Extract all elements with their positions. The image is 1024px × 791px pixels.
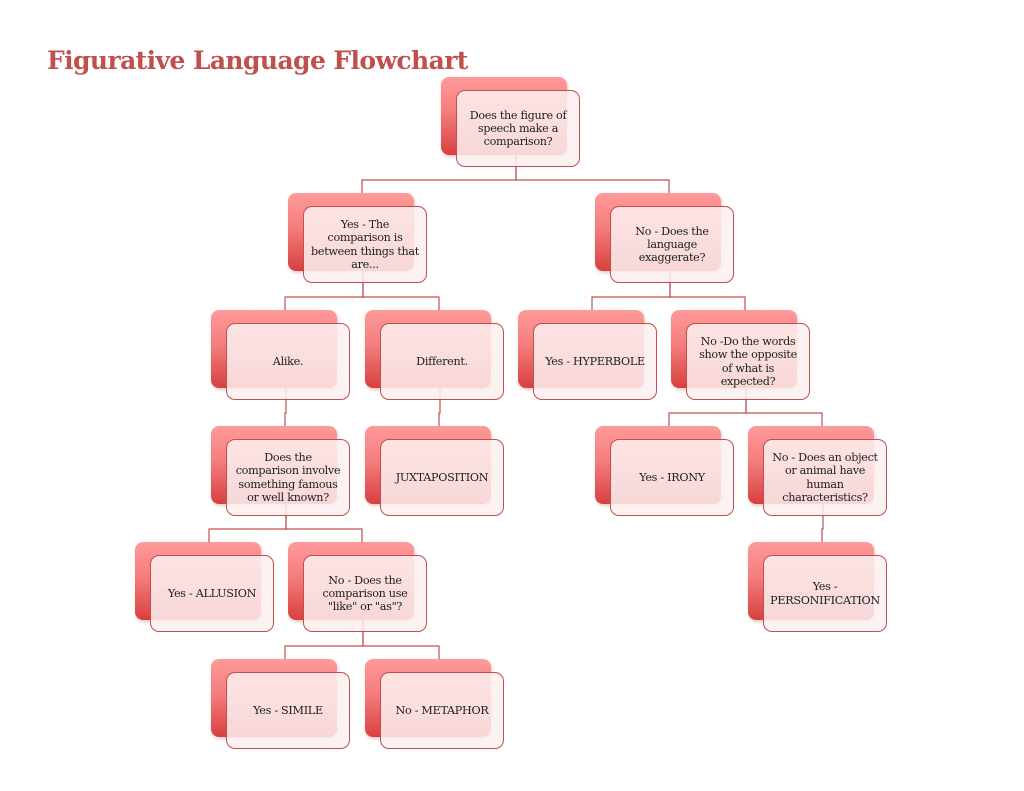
node-allusion: Yes - ALLUSION: [135, 542, 276, 634]
node-label: Does the comparison involve something fa…: [235, 451, 341, 504]
node-metaphor: No - METAPHOR: [365, 659, 506, 751]
node-box: Yes - SIMILE: [226, 672, 350, 749]
node-box: Yes - PERSONIFICATION: [763, 555, 887, 632]
node-box: No - Does the language exaggerate?: [610, 206, 734, 283]
node-box: No - Does an object or animal have human…: [763, 439, 887, 516]
node-label: Different.: [416, 354, 468, 368]
node-simile: Yes - SIMILE: [211, 659, 352, 751]
node-box: Yes - HYPERBOLE: [533, 323, 657, 400]
node-label: Yes - ALLUSION: [167, 586, 257, 600]
node-label: Yes - SIMILE: [253, 703, 323, 717]
node-label: Yes - HYPERBOLE: [545, 354, 645, 368]
node-label: No - Does the language exaggerate?: [635, 224, 709, 265]
node-no-exaggerate: No - Does the language exaggerate?: [595, 193, 736, 285]
node-label: Alike.: [272, 354, 304, 368]
node-label: JUXTAPOSITION: [395, 470, 489, 484]
node-alike: Alike.: [211, 310, 352, 402]
node-label: No -Do the words show the opposite of wh…: [699, 335, 797, 388]
node-box: JUXTAPOSITION: [380, 439, 504, 516]
node-famous-question: Does the comparison involve something fa…: [211, 426, 352, 518]
node-box: Yes - The comparison is between things t…: [303, 206, 427, 283]
node-box: Does the comparison involve something fa…: [226, 439, 350, 516]
node-juxtaposition: JUXTAPOSITION: [365, 426, 506, 518]
node-box: No -Do the words show the opposite of wh…: [686, 323, 810, 400]
node-different: Different.: [365, 310, 506, 402]
node-personification: Yes - PERSONIFICATION: [748, 542, 889, 634]
node-box: Different.: [380, 323, 504, 400]
node-label: Yes - PERSONIFICATION: [770, 580, 880, 607]
node-root: Does the figure of speech make a compari…: [441, 77, 582, 169]
node-opposite-question: No -Do the words show the opposite of wh…: [671, 310, 812, 402]
node-label: Yes - The comparison is between things t…: [311, 218, 419, 271]
node-irony: Yes - IRONY: [595, 426, 736, 518]
node-label: No - Does an object or animal have human…: [772, 451, 878, 504]
node-yes-comparison: Yes - The comparison is between things t…: [288, 193, 429, 285]
node-box: Alike.: [226, 323, 350, 400]
node-human-question: No - Does an object or animal have human…: [748, 426, 889, 518]
node-label: Yes - IRONY: [639, 470, 705, 484]
node-box: Does the figure of speech make a compari…: [456, 90, 580, 167]
node-box: Yes - ALLUSION: [150, 555, 274, 632]
node-label: No - METAPHOR: [395, 703, 489, 717]
node-box: No - METAPHOR: [380, 672, 504, 749]
node-hyperbole: Yes - HYPERBOLE: [518, 310, 659, 402]
node-label: Does the figure of speech make a compari…: [469, 108, 567, 149]
node-box: No - Does the comparison use "like" or "…: [303, 555, 427, 632]
node-label: No - Does the comparison use "like" or "…: [322, 573, 408, 614]
node-box: Yes - IRONY: [610, 439, 734, 516]
node-like-as-question: No - Does the comparison use "like" or "…: [288, 542, 429, 634]
